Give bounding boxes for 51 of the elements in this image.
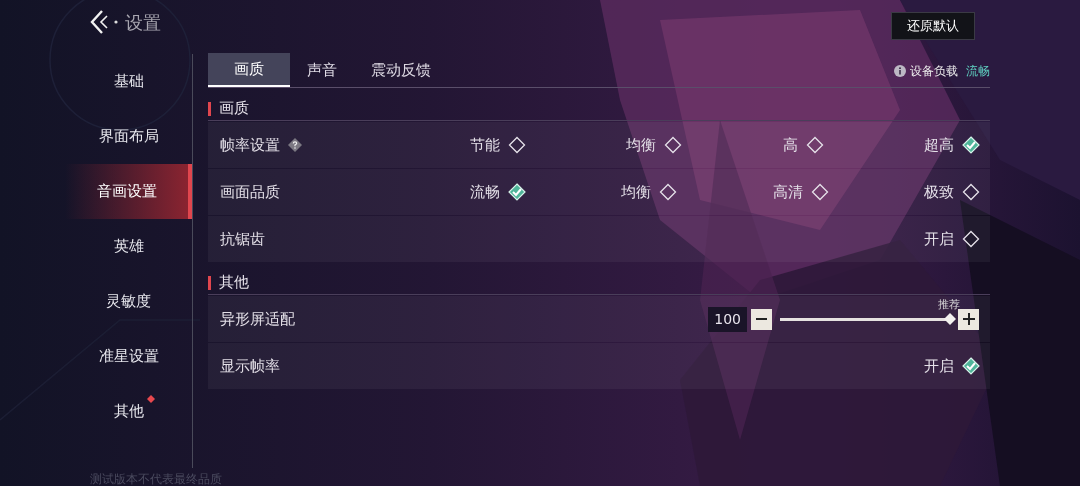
option-label[interactable]: 均衡 (626, 133, 657, 157)
checked-diamond-icon[interactable] (508, 183, 526, 201)
sidebar-item[interactable]: 英雄 (65, 219, 192, 274)
diamond-icon[interactable] (962, 183, 980, 201)
plus-icon (962, 313, 975, 325)
tab[interactable]: 声音 (290, 53, 354, 87)
toggle-label[interactable]: 开启 (924, 354, 954, 378)
minus-icon (756, 318, 767, 320)
tab[interactable]: 震动反馈 (354, 53, 448, 87)
help-icon[interactable] (288, 138, 302, 152)
slider-value: 100 (708, 306, 747, 332)
section-title: 画质 (219, 98, 249, 120)
reset-button[interactable]: 还原默认 (891, 12, 975, 40)
checked-diamond-icon[interactable] (962, 136, 980, 154)
sidebar-item[interactable]: 界面布局 (65, 109, 192, 164)
recommended-label: 推荐 (938, 297, 960, 313)
checked-diamond-icon[interactable] (962, 357, 980, 375)
setting-label: 异形屏适配 (220, 308, 295, 330)
page-title: 设置 (125, 10, 161, 35)
device-load-label: 设备负载 (910, 62, 958, 80)
sidebar-item[interactable]: 音画设置 (65, 164, 192, 219)
option-label[interactable]: 均衡 (621, 180, 652, 204)
option-label[interactable]: 极致 (924, 180, 954, 204)
setting-label: 显示帧率 (220, 355, 280, 377)
minus-button[interactable] (751, 308, 772, 330)
option-label[interactable]: 高 (782, 133, 798, 157)
diamond-icon[interactable] (664, 136, 683, 154)
sidebar-item[interactable]: 准星设置 (65, 329, 192, 384)
sidebar-item[interactable]: 灵敏度 (65, 274, 192, 329)
diamond-icon[interactable] (810, 183, 829, 201)
option-label[interactable]: 超高 (924, 133, 954, 157)
tab[interactable]: 画质 (208, 53, 290, 87)
diamond-icon[interactable] (962, 230, 980, 248)
setting-label: 抗锯齿 (220, 228, 265, 250)
plus-button[interactable] (958, 308, 979, 330)
option-label[interactable]: 流畅 (470, 180, 500, 204)
toggle-label[interactable]: 开启 (924, 227, 954, 251)
diamond-icon[interactable] (508, 136, 526, 154)
diamond-icon[interactable] (805, 136, 824, 154)
setting-label: 画面品质 (220, 181, 280, 203)
info-icon (894, 64, 906, 77)
sidebar-item[interactable]: 其他 (65, 384, 192, 439)
option-label[interactable]: 节能 (470, 133, 500, 157)
diamond-icon[interactable] (659, 183, 678, 201)
option-label[interactable]: 高清 (772, 180, 803, 204)
back-icon[interactable] (90, 9, 118, 35)
sidebar-item[interactable]: 基础 (65, 54, 192, 109)
setting-label: 帧率设置 (220, 134, 280, 156)
slider-thumb[interactable] (944, 313, 956, 325)
section-title: 其他 (219, 272, 249, 294)
device-load-value: 流畅 (966, 62, 990, 80)
